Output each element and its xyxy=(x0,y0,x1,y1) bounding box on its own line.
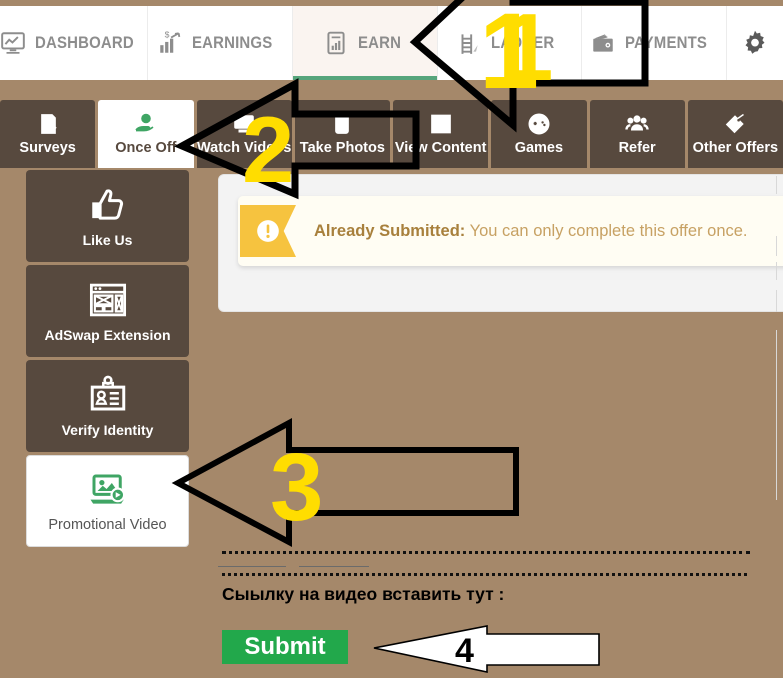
subnav-tab-games[interactable]: Games xyxy=(491,100,587,168)
nav-tab-label: DASHBOARD xyxy=(35,33,134,52)
already-submitted-alert: Already Submitted: You can only complete… xyxy=(238,196,783,266)
price-tag-icon xyxy=(723,112,747,136)
gamepad-icon xyxy=(527,112,551,136)
subnav-tab-refer[interactable]: Refer xyxy=(589,100,685,168)
camera-photo-icon xyxy=(330,112,354,136)
subnav-tab-watch-videos[interactable]: Watch Videos xyxy=(196,100,292,168)
divider-thin-right xyxy=(299,566,369,567)
annotation-number-3: 3 xyxy=(270,434,323,541)
nav-tab-earnings[interactable]: $ EARNINGS xyxy=(148,6,293,80)
panel-edge-sliver-low xyxy=(776,262,777,280)
wallet-icon xyxy=(590,30,616,56)
nav-tab-dashboard[interactable]: DASHBOARD xyxy=(0,6,149,80)
nav-tab-label: LADDER xyxy=(490,33,555,52)
nav-tab-label: EARNINGS xyxy=(191,33,273,52)
nav-tab-payments[interactable]: PAYMENTS xyxy=(582,6,727,80)
subnav-tab-label: Games xyxy=(514,140,564,156)
sidebar-item-adswap-extension[interactable]: AdSwap Extension xyxy=(26,265,189,357)
annotation-3-number-overlay: 3 xyxy=(175,418,525,548)
panel-edge-sliver-top xyxy=(776,176,777,194)
sidebar-item-label: AdSwap Extension xyxy=(44,327,171,343)
alert-title: Already Submitted: xyxy=(314,221,466,240)
alert-message: Already Submitted: You can only complete… xyxy=(314,222,748,241)
offer-sidebar: Like Us AdSwap Extension Verify Identity… xyxy=(26,170,189,547)
subnav-tab-label: Watch Videos xyxy=(196,140,292,156)
annotation-arrow-3 xyxy=(171,417,525,548)
dashboard-chart-icon xyxy=(0,30,26,56)
nav-settings-button[interactable] xyxy=(727,6,783,80)
nav-tab-earn[interactable]: EARN xyxy=(292,6,438,80)
watch-videos-icon xyxy=(232,112,256,136)
subnav-tab-surveys[interactable]: Surveys xyxy=(0,100,96,168)
ladder-icon xyxy=(456,30,482,56)
subnav-tab-label: Take Photos xyxy=(299,140,385,156)
video-laptop-icon xyxy=(87,469,129,511)
subnav-tab-take-photos[interactable]: Take Photos xyxy=(294,100,390,168)
sidebar-item-label: Verify Identity xyxy=(61,422,154,438)
view-content-icon xyxy=(429,112,453,136)
subnav-tab-view-content[interactable]: View Content xyxy=(393,100,489,168)
content-edge-sliver xyxy=(776,330,777,500)
sidebar-item-like-us[interactable]: Like Us xyxy=(26,170,189,262)
gear-icon xyxy=(740,28,770,58)
video-link-label: Сыылку на видео вставить тут : xyxy=(222,584,505,604)
offer-content-panel: Already Submitted: You can only complete… xyxy=(218,174,783,312)
panel-edge-sliver-bottom xyxy=(776,290,777,312)
people-group-icon xyxy=(625,112,649,136)
earn-document-icon xyxy=(323,30,349,56)
survey-clipboard-icon xyxy=(36,112,60,136)
divider-thin-left xyxy=(218,566,286,567)
subnav-tab-label: Once Off xyxy=(115,140,177,156)
submit-button[interactable]: Submit xyxy=(222,630,348,664)
alert-body: You can only complete this offer once. xyxy=(469,221,748,240)
app-window: DASHBOARD $ EARNINGS EARN LADDER PAYMENT… xyxy=(0,0,783,678)
subnav-tab-label: Refer xyxy=(618,140,656,156)
browser-window-icon xyxy=(87,279,129,321)
sidebar-item-verify-identity[interactable]: Verify Identity xyxy=(26,360,189,452)
earnings-bar-chart-icon: $ xyxy=(157,30,183,56)
annotation-4-number-overlay: 4 xyxy=(372,622,607,676)
subnav-tab-label: Other Offers xyxy=(692,140,779,156)
svg-text:$: $ xyxy=(165,30,170,40)
id-badge-icon xyxy=(87,374,129,416)
exclamation-circle-icon xyxy=(240,205,296,257)
subnav-tab-label: View Content xyxy=(394,140,487,156)
annotation-number-4: 4 xyxy=(455,632,474,670)
subnav-tab-once-off[interactable]: $ Once Off xyxy=(98,100,194,168)
category-tab-bar: Surveys $ Once Off Watch Videos Take Pho… xyxy=(0,100,783,168)
subnav-tab-label: Surveys xyxy=(19,140,76,156)
subnav-tab-other-offers[interactable]: Other Offers xyxy=(687,100,783,168)
annotation-arrow-4 xyxy=(372,622,607,676)
sidebar-item-promotional-video[interactable]: Promotional Video xyxy=(26,455,189,547)
thumbs-up-icon xyxy=(87,184,129,226)
divider-dotted-top xyxy=(222,551,750,554)
hand-coin-icon: $ xyxy=(134,112,158,136)
sidebar-item-label: Like Us xyxy=(82,232,133,248)
sidebar-item-label: Promotional Video xyxy=(48,517,167,533)
panel-edge-sliver-mid xyxy=(776,236,777,256)
nav-tab-label: EARN xyxy=(357,33,401,52)
nav-tab-label: PAYMENTS xyxy=(625,33,708,52)
divider-dotted-bottom xyxy=(222,573,747,576)
nav-tab-ladder[interactable]: LADDER xyxy=(437,6,583,80)
primary-navigation-bar: DASHBOARD $ EARNINGS EARN LADDER PAYMENT… xyxy=(0,6,783,80)
